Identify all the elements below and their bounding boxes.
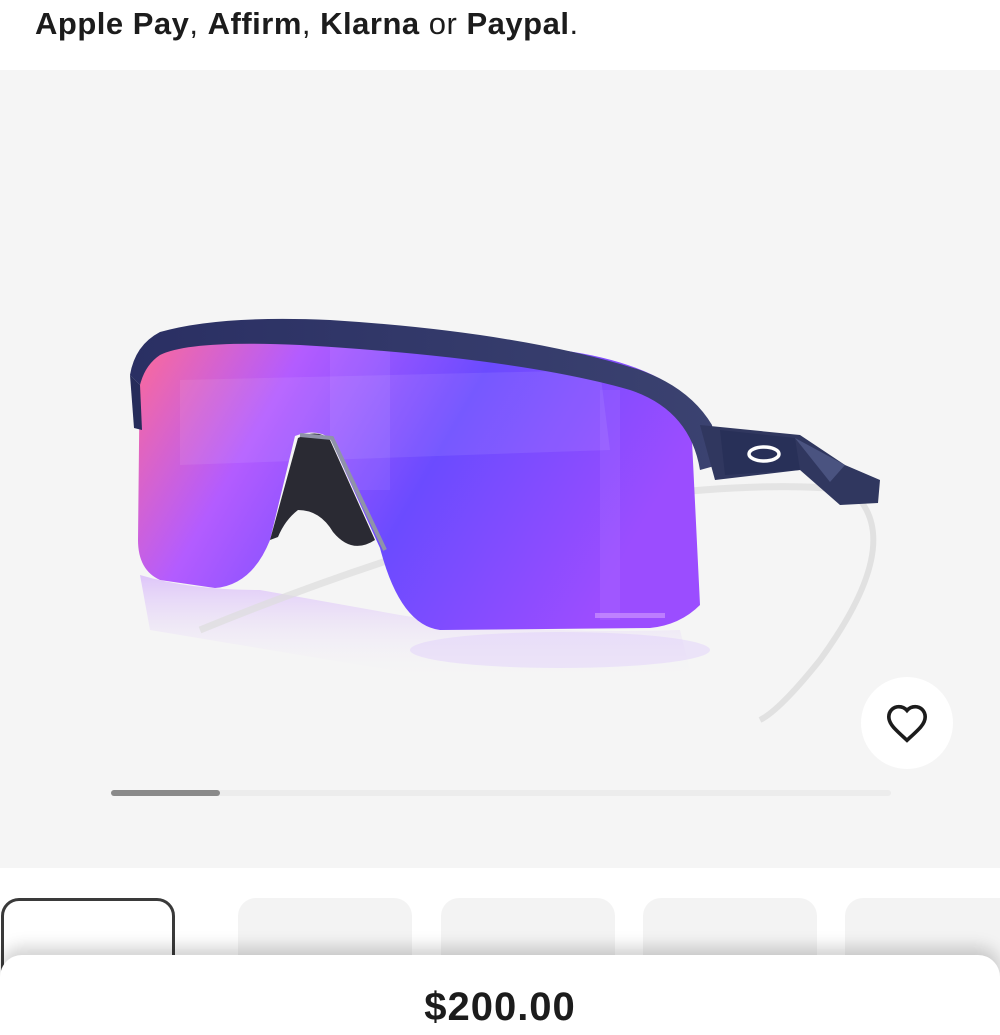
payment-method-klarna: Klarna [320,6,420,41]
payment-methods-line: Apple Pay, Affirm, Klarna or Paypal. [35,6,579,41]
payment-method-paypal: Paypal [466,6,570,41]
gallery-scrollbar-thumb[interactable] [111,790,221,796]
heart-icon [886,704,928,743]
favorite-button[interactable] [861,677,953,769]
gallery-scrollbar[interactable] [111,790,891,796]
product-price: $200.00 [424,985,576,1029]
price-bottom-sheet: $200.00 [0,955,1000,1035]
sunglasses-product-image [130,318,880,723]
payment-method-affirm: Affirm [207,6,302,41]
payment-method-apple-pay: Apple Pay [35,6,190,41]
product-image-gallery[interactable] [0,70,1000,868]
